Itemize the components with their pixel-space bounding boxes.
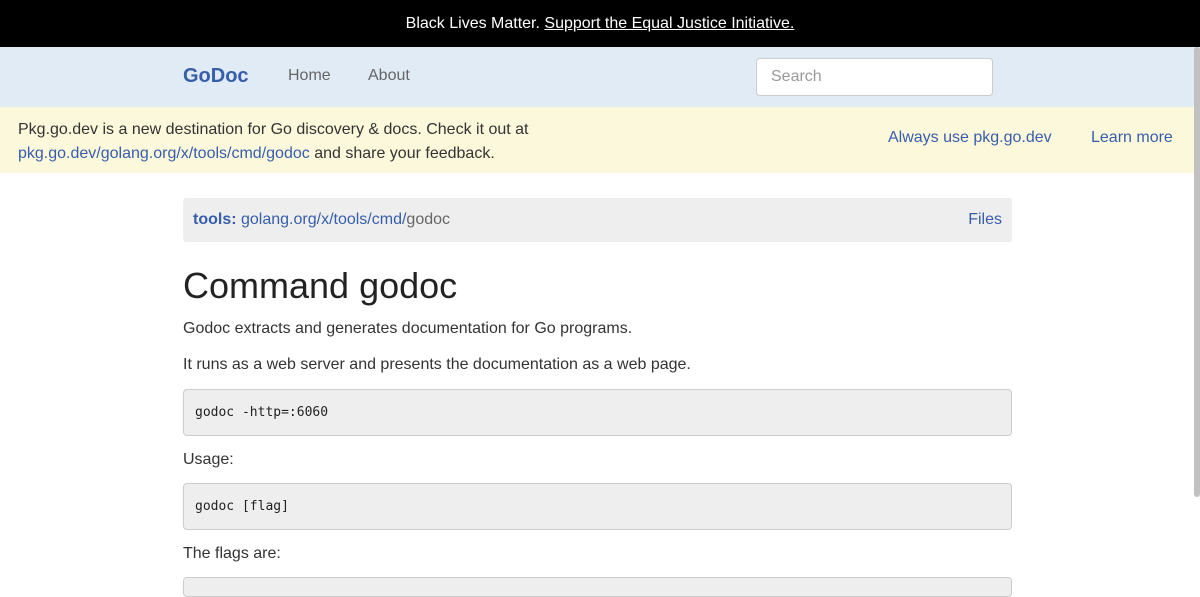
breadcrumb-repo-link[interactable]: tools: xyxy=(193,211,237,228)
intro-paragraph: Godoc extracts and generates documentati… xyxy=(183,320,633,337)
nav-home-link[interactable]: Home xyxy=(288,67,331,85)
search-input[interactable] xyxy=(756,58,993,96)
flags-label: The flags are: xyxy=(183,545,281,562)
code-block-server: godoc -http=:6060 xyxy=(183,389,1012,436)
notice-pkg-link[interactable]: pkg.go.dev/golang.org/x/tools/cmd/godoc xyxy=(18,145,310,162)
banner-link[interactable]: Support the Equal Justice Initiative. xyxy=(544,15,794,32)
breadcrumb: tools: golang.org/x/tools/cmd/godoc File… xyxy=(183,198,1012,242)
top-navbar: GoDoc Home About xyxy=(0,47,1200,107)
usage-label: Usage: xyxy=(183,451,234,468)
notice-message: Pkg.go.dev is a new destination for Go d… xyxy=(18,118,528,166)
announcement-banner: Black Lives Matter. Support the Equal Ju… xyxy=(0,0,1200,47)
description-paragraph: It runs as a web server and presents the… xyxy=(183,356,691,373)
code-block-flags xyxy=(183,577,1012,597)
code-block-usage: godoc [flag] xyxy=(183,483,1012,530)
breadcrumb-segment-cmd[interactable]: cmd/ xyxy=(372,211,407,228)
page-title: Command godoc xyxy=(183,265,458,306)
files-link[interactable]: Files xyxy=(968,198,1002,242)
banner-text: Black Lives Matter. xyxy=(405,15,540,32)
notice-line1: Pkg.go.dev is a new destination for Go d… xyxy=(18,121,529,138)
brand-logo[interactable]: GoDoc xyxy=(183,65,249,88)
always-use-pkg-go-dev-link[interactable]: Always use pkg.go.dev xyxy=(888,129,1052,147)
notice-line2: and share your feedback. xyxy=(309,145,495,162)
pkg-go-dev-notice: Pkg.go.dev is a new destination for Go d… xyxy=(0,107,1200,173)
breadcrumb-current: godoc xyxy=(406,211,451,228)
nav-about-link[interactable]: About xyxy=(368,67,410,85)
page-scrollbar[interactable] xyxy=(1194,47,1200,497)
learn-more-link[interactable]: Learn more xyxy=(1091,129,1173,147)
breadcrumb-segment-root[interactable]: golang.org/x/tools/ xyxy=(241,211,372,228)
